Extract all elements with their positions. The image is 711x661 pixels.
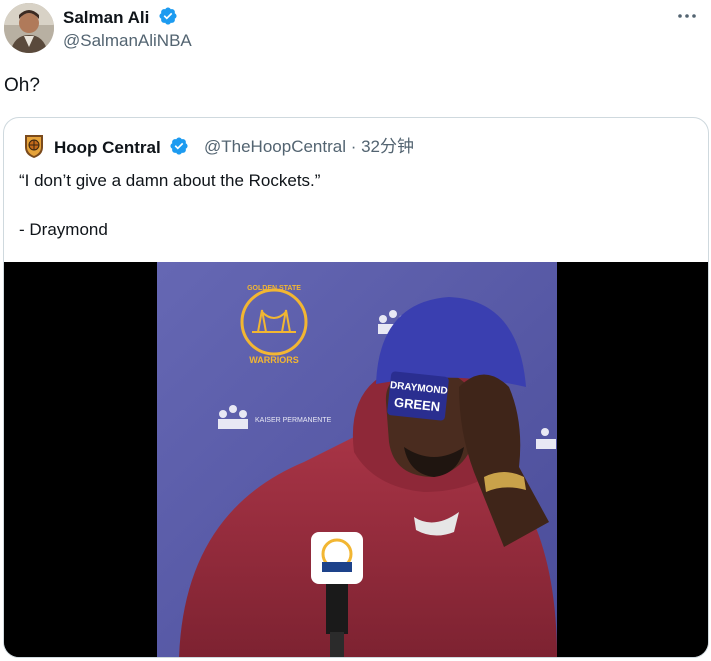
- avatar[interactable]: [4, 3, 54, 53]
- quoted-tweet-signature: - Draymond: [19, 220, 108, 239]
- author-name-text: Salman Ali: [63, 8, 150, 27]
- quoted-handle-time[interactable]: @TheHoopCentral · 32分钟: [204, 136, 414, 158]
- avatar-photo-icon: [4, 3, 54, 53]
- more-options-icon[interactable]: [675, 6, 699, 26]
- quoted-author-name-text: Hoop Central: [54, 138, 161, 157]
- hoop-central-logo-icon[interactable]: [23, 133, 45, 159]
- verified-badge-icon: [159, 7, 177, 25]
- backdrop-logo-bottom-text: WARRIORS: [249, 355, 299, 365]
- backdrop-sponsor-text: KAISER PERMANENTE: [255, 417, 332, 424]
- backdrop-logo-top-text: GOLDEN STATE: [247, 285, 301, 292]
- tweet-media-image[interactable]: GOLDEN STATE WARRIORS KAISER PERMANENTE: [4, 262, 708, 657]
- author-handle[interactable]: @SalmanAliNBA: [63, 31, 192, 51]
- tweet-text: Oh?: [4, 75, 40, 96]
- quoted-tweet-card[interactable]: Hoop Central @TheHoopCentral · 32分钟 “I d…: [3, 117, 709, 658]
- verified-badge-icon: [170, 137, 189, 155]
- press-conference-photo: GOLDEN STATE WARRIORS KAISER PERMANENTE: [157, 262, 557, 657]
- quoted-tweet-text: “I don’t give a damn about the Rockets.”: [19, 171, 321, 190]
- quoted-author-name[interactable]: Hoop Central: [54, 136, 189, 159]
- author-name[interactable]: Salman Ali: [63, 6, 178, 28]
